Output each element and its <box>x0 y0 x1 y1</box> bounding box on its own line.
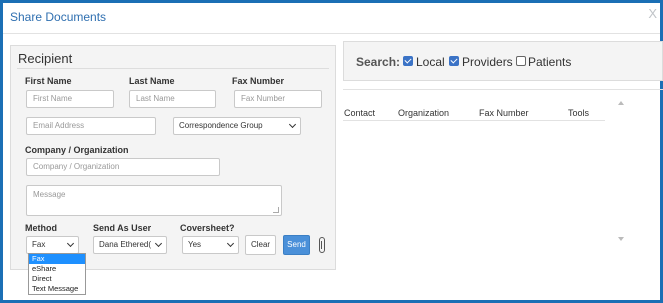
dialog-title: Share Documents <box>10 10 107 24</box>
chevron-down-icon <box>288 120 297 129</box>
patients-checkbox[interactable] <box>516 56 526 66</box>
close-icon[interactable]: X <box>648 6 657 21</box>
scroll-up-icon[interactable] <box>618 101 624 105</box>
recipient-panel: Recipient First Name Last Name Fax Numbe… <box>10 45 336 270</box>
local-label[interactable]: Local <box>416 55 445 69</box>
title-divider <box>3 33 660 34</box>
company-input[interactable]: Company / Organization <box>26 158 220 176</box>
share-documents-dialog: Share Documents X Recipient First Name L… <box>3 3 663 300</box>
paperclip-icon[interactable] <box>319 237 325 253</box>
method-label: Method <box>25 223 57 233</box>
column-header-organization: Organization <box>398 108 450 118</box>
message-placeholder: Message <box>33 190 66 199</box>
scroll-down-icon[interactable] <box>618 237 624 241</box>
local-checkbox[interactable] <box>403 56 413 66</box>
last-name-label: Last Name <box>129 76 175 86</box>
chevron-down-icon <box>226 239 235 248</box>
search-label: Search: <box>356 55 401 69</box>
company-label: Company / Organization <box>25 145 129 155</box>
method-option-text-message[interactable]: Text Message <box>29 284 85 294</box>
providers-label[interactable]: Providers <box>462 55 513 69</box>
method-select[interactable]: Fax <box>26 236 79 254</box>
resize-grip-icon[interactable] <box>273 207 279 213</box>
results-top-divider <box>343 89 663 90</box>
chevron-down-icon <box>66 239 75 248</box>
providers-checkbox[interactable] <box>449 56 459 66</box>
recipient-divider <box>17 68 329 69</box>
correspondence-group-value: Correspondence Group <box>179 121 263 130</box>
search-panel: Search: Local Providers Patients <box>343 41 663 81</box>
column-header-tools: Tools <box>568 108 590 118</box>
method-value: Fax <box>32 240 46 249</box>
first-name-label: First Name <box>25 76 72 86</box>
results-header-divider <box>343 120 605 121</box>
column-header-fax-number: Fax Number <box>479 108 529 118</box>
email-input[interactable]: Email Address <box>26 117 156 135</box>
coversheet-select[interactable]: Yes <box>182 236 239 254</box>
patients-label[interactable]: Patients <box>528 55 571 69</box>
send-button[interactable]: Send <box>283 235 310 255</box>
message-textarea[interactable]: Message <box>26 185 282 216</box>
send-as-user-value: Dana Ethered( <box>99 240 152 249</box>
last-name-input[interactable]: Last Name <box>129 90 216 108</box>
first-name-input[interactable]: First Name <box>26 90 114 108</box>
send-as-user-label: Send As User <box>93 223 152 233</box>
fax-number-label: Fax Number <box>232 76 285 86</box>
coversheet-label: Coversheet? <box>180 223 235 233</box>
clear-button[interactable]: Clear <box>245 235 276 255</box>
results-scrollbar[interactable] <box>615 99 627 243</box>
method-dropdown: Fax eShare Direct Text Message <box>28 253 86 295</box>
correspondence-group-select[interactable]: Correspondence Group <box>173 117 301 135</box>
method-option-direct[interactable]: Direct <box>29 274 85 284</box>
fax-number-input[interactable]: Fax Number <box>234 90 322 108</box>
send-as-user-select[interactable]: Dana Ethered( <box>93 236 167 254</box>
column-header-contact: Contact <box>344 108 376 118</box>
recipient-title: Recipient <box>18 51 73 66</box>
method-option-eshare[interactable]: eShare <box>29 264 85 274</box>
chevron-down-icon <box>154 239 163 248</box>
method-option-fax[interactable]: Fax <box>29 254 85 264</box>
coversheet-value: Yes <box>188 240 202 249</box>
